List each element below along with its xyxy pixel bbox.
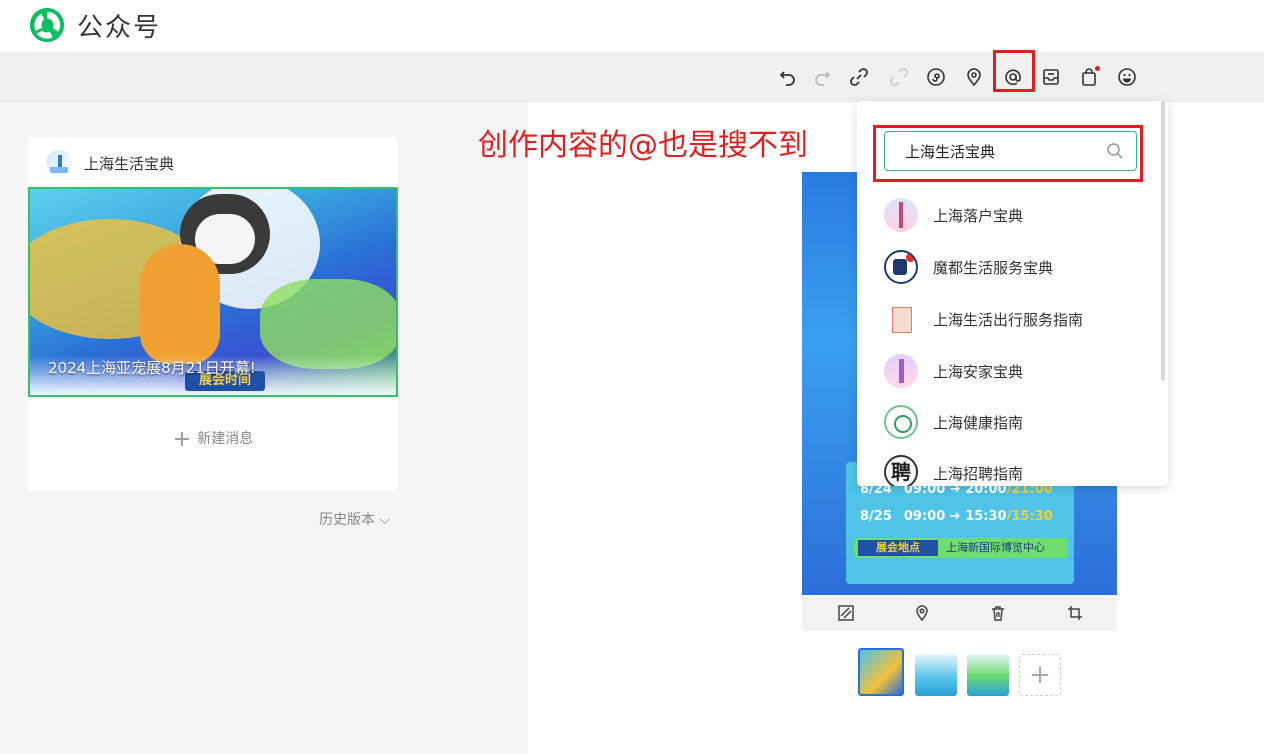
avatar-glyph: 聘 bbox=[891, 460, 911, 484]
account-result-name: 魔都生活服务宝典 bbox=[933, 258, 1054, 277]
account-avatar: 聘 bbox=[884, 455, 918, 486]
link-icon[interactable] bbox=[847, 65, 871, 89]
product-card-icon[interactable] bbox=[1039, 65, 1063, 89]
unlink-icon[interactable] bbox=[887, 65, 911, 89]
emoji-icon[interactable] bbox=[1115, 65, 1139, 89]
brand-title: 公众号 bbox=[77, 13, 162, 43]
venue-name: 上海新国际博览中心 bbox=[946, 541, 1045, 554]
replace-image-icon[interactable] bbox=[837, 604, 855, 622]
account-avatar bbox=[884, 302, 918, 336]
account-avatar bbox=[884, 354, 918, 388]
venue-tag: 展会地点 bbox=[858, 540, 938, 556]
account-result-item[interactable]: 上海安家宝典 bbox=[884, 353, 1154, 389]
article-card: 上海生活宝典 展会时间 2024上海亚宠展8月21日开幕! + 新建消息 bbox=[28, 137, 398, 491]
image-toolbar bbox=[802, 596, 1117, 631]
new-message-button[interactable]: + 新建消息 bbox=[28, 427, 398, 452]
account-name: 上海生活宝典 bbox=[84, 154, 175, 173]
account-result-item[interactable]: 上海生活出行服务指南 bbox=[884, 301, 1154, 337]
dropdown-scrollbar[interactable] bbox=[1161, 101, 1165, 381]
account-result-item[interactable]: 上海健康指南 bbox=[884, 404, 1154, 440]
thumbnail-image[interactable] bbox=[858, 648, 904, 696]
article-title: 2024上海亚宠展8月21日开幕! bbox=[48, 359, 256, 377]
redo-icon[interactable] bbox=[810, 65, 834, 89]
history-version-link[interactable]: 历史版本 ⌵ bbox=[319, 509, 390, 529]
mention-icon-highlight-box bbox=[993, 50, 1035, 92]
account-avatar bbox=[884, 198, 918, 232]
account-result-item[interactable]: 魔都生活服务宝典 bbox=[884, 249, 1154, 285]
plus-icon: + bbox=[172, 427, 192, 452]
crop-icon[interactable] bbox=[1066, 604, 1084, 622]
thumbnail-image[interactable] bbox=[967, 654, 1009, 696]
account-result-name: 上海生活出行服务指南 bbox=[933, 310, 1084, 329]
search-highlight-box bbox=[873, 125, 1143, 182]
editor-toolbar bbox=[0, 52, 1264, 102]
location-icon[interactable] bbox=[962, 65, 986, 89]
account-result-name: 上海落户宝典 bbox=[933, 206, 1024, 225]
account-avatar bbox=[46, 150, 72, 176]
shop-bag-icon[interactable] bbox=[1077, 65, 1101, 89]
top-bar: 公众号 bbox=[0, 0, 1264, 52]
article-cover-image[interactable]: 展会时间 2024上海亚宠展8月21日开幕! bbox=[28, 187, 398, 397]
location-icon[interactable] bbox=[913, 604, 931, 622]
undo-icon[interactable] bbox=[776, 65, 800, 89]
account-result-name: 上海招聘指南 bbox=[933, 465, 1024, 483]
account-result-name: 上海安家宝典 bbox=[933, 362, 1024, 381]
account-avatar bbox=[884, 250, 918, 284]
thumbnail-image[interactable] bbox=[915, 654, 957, 696]
annotation-note: 创作内容的@也是搜不到 bbox=[478, 128, 808, 163]
notification-dot bbox=[1095, 66, 1100, 71]
account-result-name: 上海健康指南 bbox=[933, 413, 1024, 432]
account-result-item[interactable]: 上海落户宝典 bbox=[884, 197, 1154, 233]
account-avatar bbox=[884, 405, 918, 439]
delete-icon[interactable] bbox=[989, 604, 1007, 622]
new-message-label: 新建消息 bbox=[197, 431, 254, 447]
add-image-button[interactable]: + bbox=[1019, 654, 1061, 696]
wechat-official-account-logo-icon bbox=[29, 7, 65, 43]
venue-banner: 展会地点 上海新国际博览中心 bbox=[854, 538, 1068, 558]
mini-program-icon[interactable] bbox=[924, 65, 948, 89]
account-result-item[interactable]: 聘 上海招聘指南 bbox=[884, 455, 1154, 486]
card-header: 上海生活宝典 bbox=[46, 150, 175, 176]
schedule-row: 8/25 09:00 ➔ 15:30/15:30 bbox=[860, 509, 1053, 524]
